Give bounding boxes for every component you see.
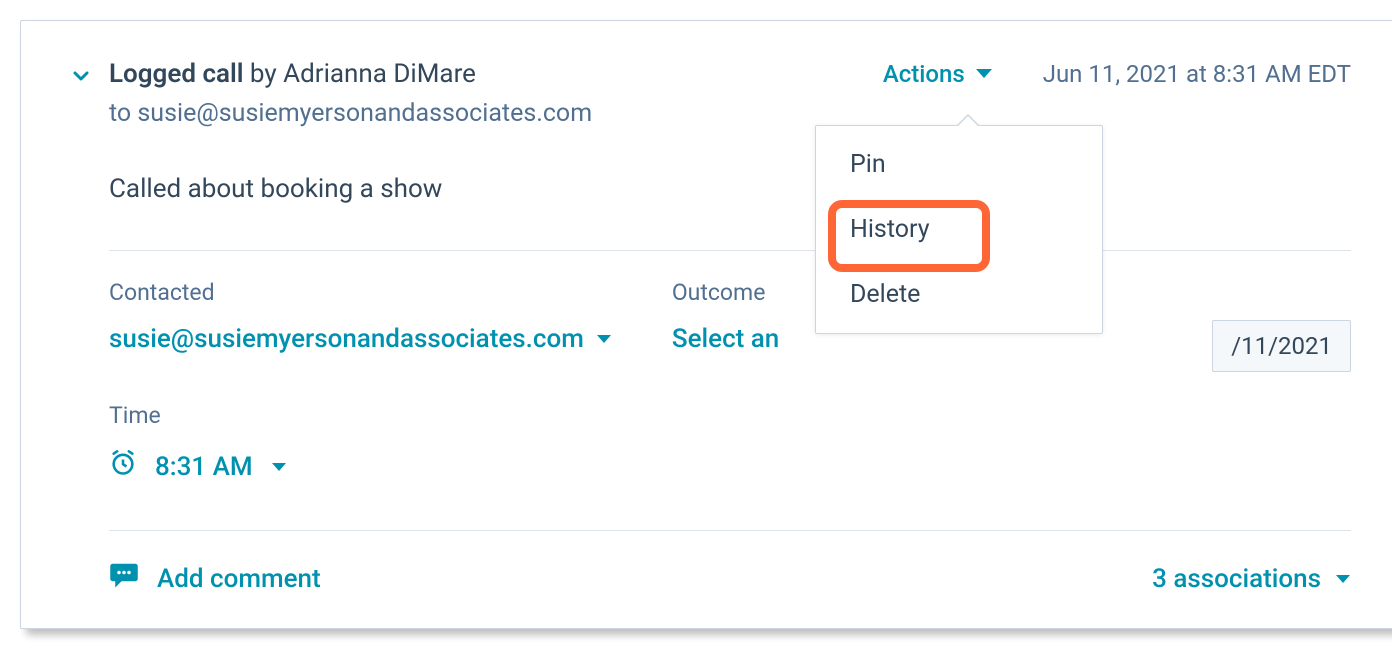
activity-type: Logged call	[109, 59, 243, 89]
dropdown-item-delete[interactable]: Delete	[816, 262, 1102, 327]
call-body: Called about booking a show	[109, 174, 1351, 204]
activity-author: Adrianna DiMare	[283, 59, 476, 89]
time-field: Time 8:31 AM	[109, 402, 1351, 484]
outcome-field: Outcome Select an	[672, 279, 779, 372]
footer-row: Add comment 3 associations	[109, 561, 1351, 596]
dropdown-item-pin[interactable]: Pin	[816, 132, 1102, 197]
dropdown-item-history[interactable]: History	[816, 197, 1102, 262]
caret-down-icon	[975, 68, 993, 80]
contacted-dropdown[interactable]: susie@susiemyersonandassociates.com	[109, 324, 612, 354]
divider	[109, 250, 1351, 251]
activity-title: Logged call by Adrianna DiMare	[109, 59, 476, 89]
comment-icon	[109, 561, 139, 596]
date-input[interactable]: /11/2021	[1212, 320, 1351, 372]
add-comment-button[interactable]: Add comment	[109, 561, 321, 596]
activity-timestamp: Jun 11, 2021 at 8:31 AM EDT	[1043, 60, 1351, 88]
contacted-field: Contacted susie@susiemyersonandassociate…	[109, 279, 612, 372]
associations-button[interactable]: 3 associations	[1152, 564, 1351, 594]
alarm-clock-icon	[109, 449, 137, 484]
outcome-label: Outcome	[672, 279, 779, 306]
collapse-icon[interactable]	[69, 64, 93, 88]
divider	[109, 530, 1351, 531]
recipient-line: to susie@susiemyersonandassociates.com	[109, 99, 1351, 128]
actions-dropdown: Pin History Delete	[815, 125, 1103, 334]
caret-down-icon	[271, 462, 287, 472]
activity-header: Logged call by Adrianna DiMare Actions J…	[69, 59, 1351, 89]
outcome-dropdown[interactable]: Select an	[672, 324, 779, 354]
caret-down-icon	[1335, 574, 1351, 584]
time-label: Time	[109, 402, 1351, 429]
time-dropdown[interactable]: 8:31 AM	[109, 449, 1351, 484]
contacted-label: Contacted	[109, 279, 612, 306]
fields-row-1: Contacted susie@susiemyersonandassociate…	[109, 279, 1351, 372]
actions-button[interactable]: Actions	[883, 60, 993, 88]
recipient-email: susie@susiemyersonandassociates.com	[137, 99, 592, 128]
activity-card: Logged call by Adrianna DiMare Actions J…	[20, 20, 1392, 629]
date-value: /11/2021	[1231, 332, 1332, 360]
date-field: x /11/2021	[1212, 279, 1351, 372]
caret-down-icon	[596, 334, 612, 344]
